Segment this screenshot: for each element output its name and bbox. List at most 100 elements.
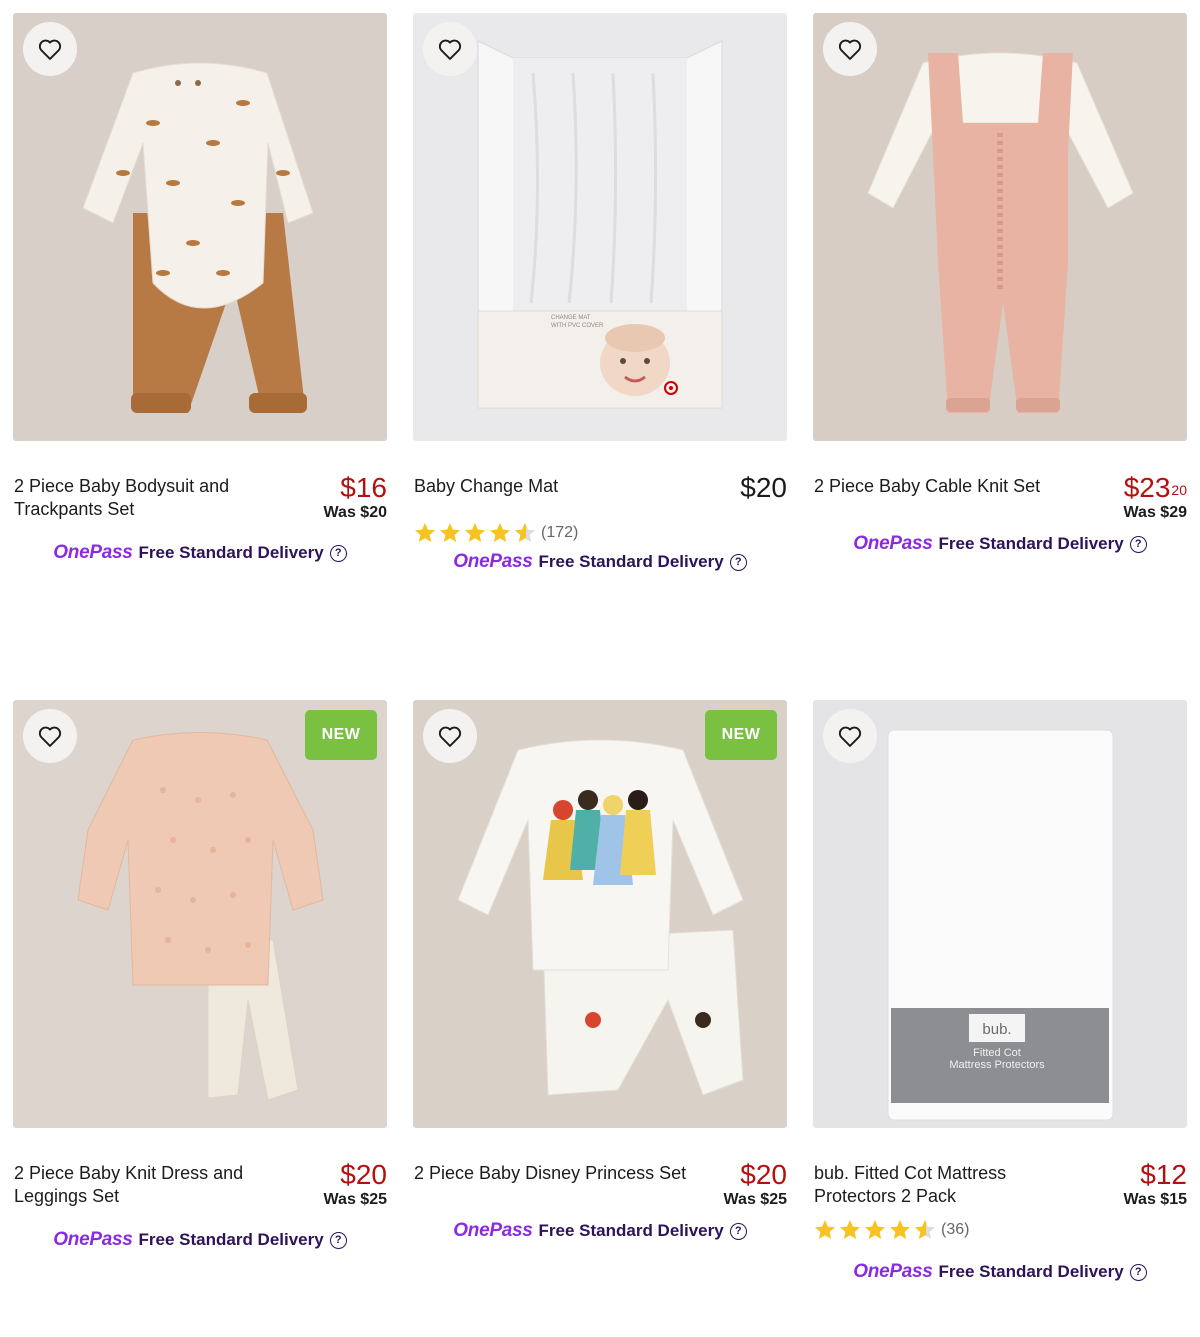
onepass-logo: OnePass xyxy=(853,533,933,554)
onepass-logo: OnePass xyxy=(853,1261,933,1282)
price-box: $16 Was $20 xyxy=(324,473,387,523)
delivery-text: Free Standard Delivery xyxy=(538,1221,724,1240)
product-title[interactable]: 2 Piece Baby Knit Dress and Leggings Set xyxy=(14,1162,274,1208)
rating-count: (172) xyxy=(541,524,579,541)
half-star-icon xyxy=(515,523,535,542)
price-box: $20 Was $25 xyxy=(724,1160,787,1210)
product-price: $20 xyxy=(324,1160,387,1190)
was-price: Was $20 xyxy=(323,504,387,521)
was-price: Was $15 xyxy=(1123,1191,1187,1208)
star-icon xyxy=(465,523,485,542)
price-box: $12 Was $15 xyxy=(1124,1160,1187,1210)
heart-icon xyxy=(438,39,462,60)
mattress-protector-photo: bub. Fitted Cot Mattress Protectors xyxy=(813,700,1187,1128)
wishlist-button[interactable] xyxy=(23,709,77,763)
product-rating[interactable]: (36) xyxy=(813,1215,969,1245)
rating-count: (36) xyxy=(941,1221,970,1238)
star-icon xyxy=(890,1220,910,1239)
heart-icon xyxy=(838,39,862,60)
onepass-logo: OnePass xyxy=(453,551,533,572)
product-image[interactable] xyxy=(13,13,387,441)
onepass-logo: OnePass xyxy=(53,1229,133,1250)
new-badge: NEW xyxy=(705,710,777,760)
price-dollars: $23 xyxy=(1123,472,1171,503)
question-circle-icon[interactable]: ? xyxy=(1129,535,1147,553)
onepass-logo: OnePass xyxy=(53,542,133,563)
question-circle-icon[interactable]: ? xyxy=(1129,1263,1147,1281)
bodysuit-trackpants-photo xyxy=(13,13,387,441)
product-title[interactable]: Baby Change Mat xyxy=(414,475,674,498)
delivery-text: Free Standard Delivery xyxy=(938,1262,1124,1281)
was-price: Was $29 xyxy=(1123,504,1187,521)
wishlist-button[interactable] xyxy=(823,22,877,76)
heart-icon xyxy=(838,726,862,747)
onepass-delivery: OnePass Free Standard Delivery ? xyxy=(813,1259,1187,1285)
price-dollars: $12 xyxy=(1140,1159,1187,1190)
new-badge: NEW xyxy=(305,710,377,760)
product-image[interactable] xyxy=(813,13,1187,441)
star-icon xyxy=(440,523,460,542)
onepass-delivery: OnePass Free Standard Delivery ? xyxy=(813,531,1187,557)
delivery-text: Free Standard Delivery xyxy=(938,534,1124,553)
product-price: $12 xyxy=(1124,1160,1187,1190)
price-cents: 20 xyxy=(1171,482,1187,498)
delivery-text: Free Standard Delivery xyxy=(138,543,324,562)
question-circle-icon[interactable]: ? xyxy=(729,1222,747,1240)
product-price: $16 xyxy=(324,473,387,503)
wishlist-button[interactable] xyxy=(23,22,77,76)
product-image[interactable]: NEW xyxy=(413,700,787,1128)
knit-dress-leggings-photo xyxy=(13,700,387,1128)
question-circle-icon[interactable]: ? xyxy=(329,544,347,562)
price-box: $20 Was $25 xyxy=(324,1160,387,1210)
onepass-delivery: OnePass Free Standard Delivery ? xyxy=(413,1218,787,1244)
cable-knit-set-photo xyxy=(813,13,1187,441)
price-dollars: $20 xyxy=(740,1159,787,1190)
half-star-icon xyxy=(915,1220,935,1239)
star-icon xyxy=(490,523,510,542)
product-price: $20 xyxy=(724,1160,787,1190)
star-icon xyxy=(815,1220,835,1239)
product-price: $2320 xyxy=(1124,473,1187,503)
delivery-text: Free Standard Delivery xyxy=(138,1230,324,1249)
svg-text:Mattress Protectors: Mattress Protectors xyxy=(949,1059,1045,1071)
heart-icon xyxy=(38,726,62,747)
star-rating xyxy=(413,521,538,545)
change-mat-photo: CHANGE MAT WITH PVC COVER xyxy=(413,13,787,441)
delivery-text: Free Standard Delivery xyxy=(538,552,724,571)
wishlist-button[interactable] xyxy=(423,22,477,76)
price-dollars: $20 xyxy=(740,472,787,503)
price-box: $20 xyxy=(740,473,787,503)
disney-princess-set-photo xyxy=(413,700,787,1128)
product-image[interactable]: NEW xyxy=(13,700,387,1128)
packaging-text: Fitted Cot xyxy=(973,1047,1021,1059)
product-title[interactable]: 2 Piece Baby Disney Princess Set xyxy=(414,1162,704,1185)
heart-icon xyxy=(438,726,462,747)
product-image[interactable]: bub. Fitted Cot Mattress Protectors xyxy=(813,700,1187,1128)
star-icon xyxy=(840,1220,860,1239)
star-rating xyxy=(813,1218,938,1242)
onepass-delivery: OnePass Free Standard Delivery ? xyxy=(413,549,787,575)
product-title[interactable]: 2 Piece Baby Bodysuit and Trackpants Set xyxy=(14,475,274,521)
was-price: Was $25 xyxy=(723,1191,787,1208)
packaging-text: CHANGE MAT xyxy=(551,315,591,321)
product-price: $20 xyxy=(740,473,787,503)
price-dollars: $20 xyxy=(340,1159,387,1190)
product-title[interactable]: bub. Fitted Cot Mattress Protectors 2 Pa… xyxy=(814,1162,1074,1208)
product-rating[interactable]: (172) xyxy=(413,518,578,548)
price-dollars: $16 xyxy=(340,472,387,503)
onepass-delivery: OnePass Free Standard Delivery ? xyxy=(13,540,387,566)
svg-text:WITH PVC COVER: WITH PVC COVER xyxy=(551,323,604,329)
onepass-delivery: OnePass Free Standard Delivery ? xyxy=(13,1227,387,1253)
product-image[interactable]: CHANGE MAT WITH PVC COVER xyxy=(413,13,787,441)
question-circle-icon[interactable]: ? xyxy=(329,1231,347,1249)
wishlist-button[interactable] xyxy=(823,709,877,763)
product-title[interactable]: 2 Piece Baby Cable Knit Set xyxy=(814,475,1074,498)
was-price: Was $25 xyxy=(323,1191,387,1208)
star-icon xyxy=(415,523,435,542)
question-circle-icon[interactable]: ? xyxy=(729,553,747,571)
heart-icon xyxy=(38,39,62,60)
packaging-brand: bub. xyxy=(982,1021,1011,1038)
onepass-logo: OnePass xyxy=(453,1220,533,1241)
wishlist-button[interactable] xyxy=(423,709,477,763)
star-icon xyxy=(865,1220,885,1239)
